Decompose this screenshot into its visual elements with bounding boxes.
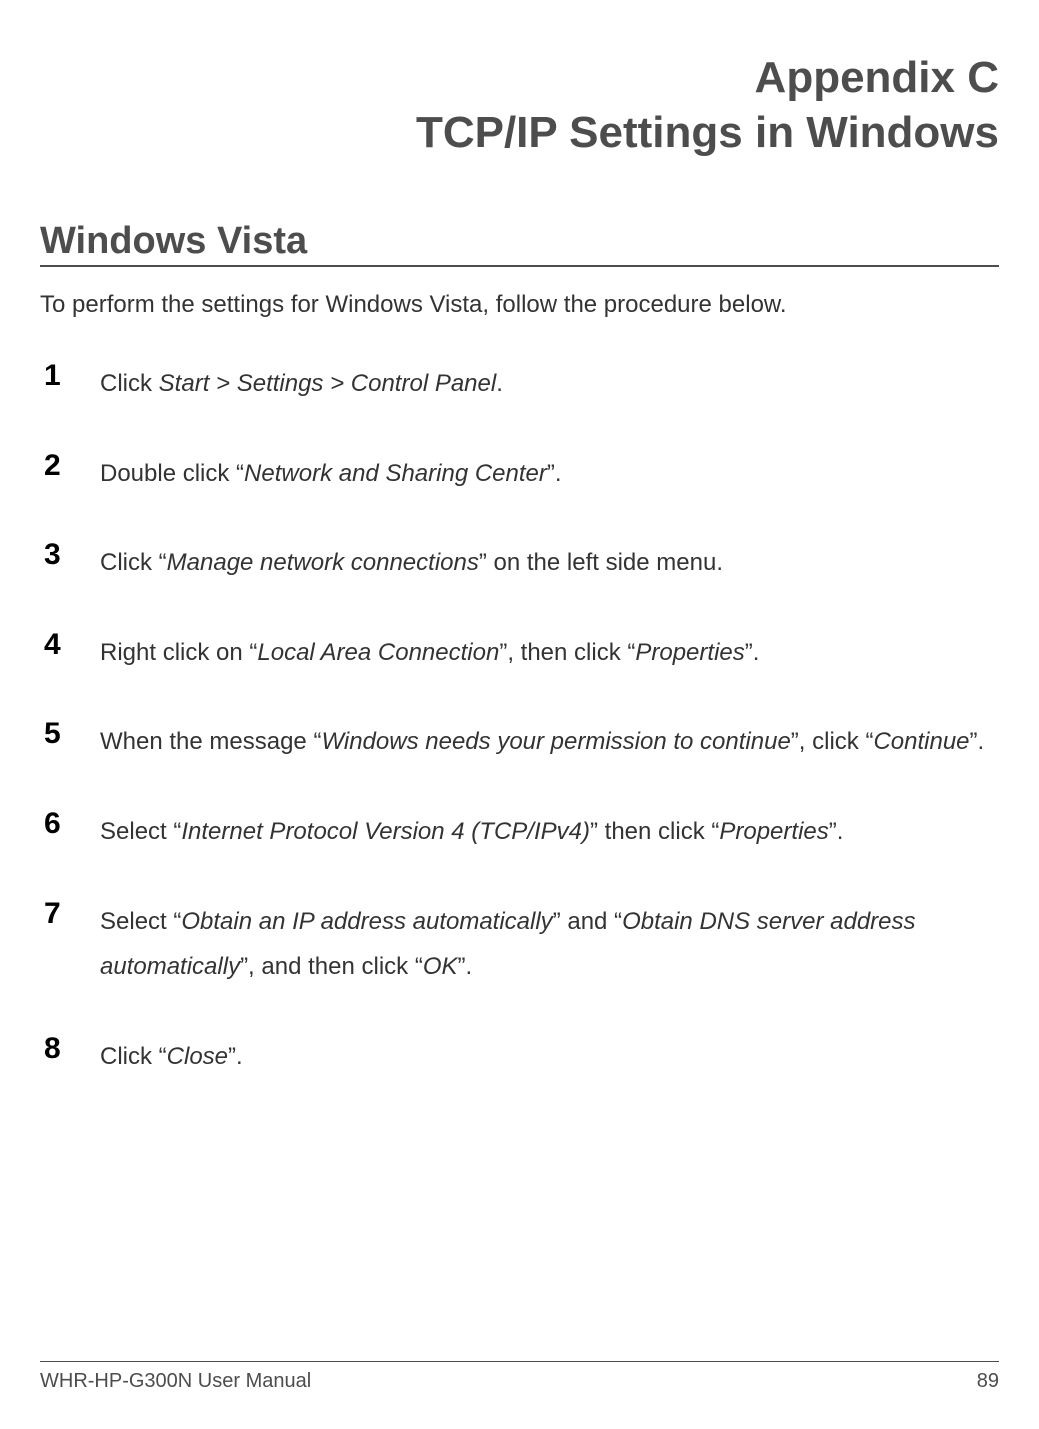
- step-item: 4 Right click on “Local Area Connection”…: [44, 628, 999, 676]
- step-number: 1: [44, 359, 100, 392]
- step-text: Click “Close”.: [100, 1032, 243, 1080]
- steps-list: 1 Click Start > Settings > Control Panel…: [40, 359, 999, 1079]
- appendix-line2: TCP/IP Settings in Windows: [40, 105, 999, 160]
- step-number: 2: [44, 449, 100, 482]
- step-text: Click “Manage network connections” on th…: [100, 538, 723, 586]
- step-number: 3: [44, 538, 100, 571]
- step-number: 7: [44, 897, 100, 930]
- step-number: 6: [44, 807, 100, 840]
- step-text: Click Start > Settings > Control Panel.: [100, 359, 503, 407]
- footer-page-number: 89: [977, 1370, 999, 1393]
- step-item: 1 Click Start > Settings > Control Panel…: [44, 359, 999, 407]
- section-heading: Windows Vista: [40, 220, 999, 267]
- step-text: Right click on “Local Area Connection”, …: [100, 628, 759, 676]
- page-footer: WHR-HP-G300N User Manual 89: [40, 1361, 999, 1393]
- step-text: Select “Obtain an IP address automatical…: [100, 897, 999, 990]
- step-number: 4: [44, 628, 100, 661]
- step-text: Double click “Network and Sharing Center…: [100, 449, 562, 497]
- step-item: 6 Select “Internet Protocol Version 4 (T…: [44, 807, 999, 855]
- intro-text: To perform the settings for Windows Vist…: [40, 291, 999, 319]
- step-number: 5: [44, 717, 100, 750]
- appendix-line1: Appendix C: [40, 50, 999, 105]
- step-text: When the message “Windows needs your per…: [100, 717, 984, 765]
- step-number: 8: [44, 1032, 100, 1065]
- footer-manual-name: WHR-HP-G300N User Manual: [40, 1370, 311, 1393]
- step-text: Select “Internet Protocol Version 4 (TCP…: [100, 807, 843, 855]
- step-item: 2 Double click “Network and Sharing Cent…: [44, 449, 999, 497]
- step-item: 5 When the message “Windows needs your p…: [44, 717, 999, 765]
- step-item: 8 Click “Close”.: [44, 1032, 999, 1080]
- step-item: 7 Select “Obtain an IP address automatic…: [44, 897, 999, 990]
- appendix-title: Appendix C TCP/IP Settings in Windows: [40, 50, 999, 160]
- step-item: 3 Click “Manage network connections” on …: [44, 538, 999, 586]
